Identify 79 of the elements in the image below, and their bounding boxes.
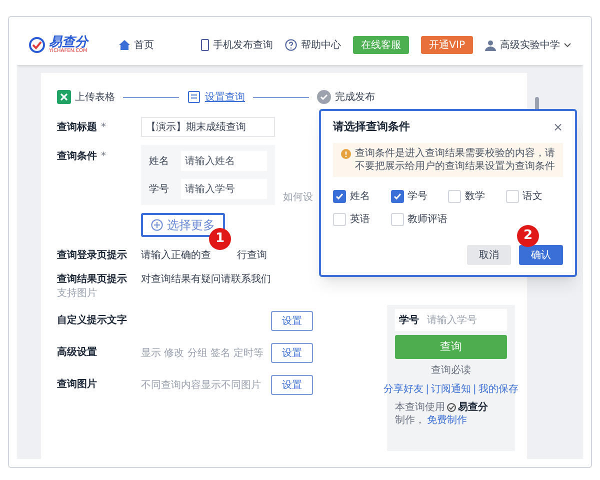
step[interactable]: 设置查询	[187, 90, 245, 104]
option-label: 英语	[350, 212, 370, 227]
confirm-button[interactable]: 确认	[519, 245, 563, 265]
help-icon	[285, 39, 298, 51]
checkbox[interactable]	[390, 190, 404, 203]
preview-link[interactable]: 分享好友	[384, 382, 424, 397]
title-field[interactable]: 【演示】期末成绩查询	[141, 117, 275, 137]
checkbox[interactable]	[506, 190, 518, 203]
settings-button[interactable]: 设置	[271, 343, 313, 363]
logo-icon	[29, 37, 45, 53]
dialog-title: 请选择查询条件	[333, 118, 410, 135]
check-icon	[392, 192, 402, 201]
notice-link[interactable]: 查询必读	[395, 363, 507, 378]
settings-button[interactable]: 设置	[271, 311, 313, 331]
required-mark: *	[101, 150, 106, 164]
field-label: 高级设置	[57, 346, 98, 360]
option-label: 语文	[522, 190, 542, 204]
brand-text: 易查分	[458, 401, 488, 414]
field-sublabel: 支持图片	[57, 287, 98, 300]
header-button[interactable]: 开通VIP	[421, 36, 473, 54]
help-link[interactable]: 如何设	[283, 190, 313, 205]
hint-text: 行查询	[237, 249, 267, 263]
settings-button[interactable]: 设置	[271, 375, 313, 395]
preview-field[interactable]: 学号 请输入学号	[395, 309, 507, 331]
number-badge: 1	[209, 228, 231, 250]
field-label: 查询结果页提示	[57, 273, 128, 287]
field-label: 自定义提示文字	[57, 314, 128, 328]
checkbox[interactable]	[390, 213, 404, 226]
header-button[interactable]: 在线客服	[353, 36, 410, 54]
checkbox[interactable]	[448, 190, 461, 203]
header-link[interactable]: 手机发布查询	[201, 38, 274, 52]
close-button[interactable]: ×	[552, 118, 563, 136]
number-badge: 2	[517, 225, 539, 247]
caret-icon	[564, 42, 571, 48]
field-label: 查询图片	[57, 378, 98, 392]
step[interactable]: 完成发布	[317, 90, 375, 104]
hint-text: 不同查询内容显示不同图片	[141, 378, 261, 392]
plus-icon	[151, 219, 163, 231]
query-button[interactable]: 查询	[395, 335, 507, 359]
phone-icon	[201, 39, 210, 51]
condition-input[interactable]: 请输入学号	[181, 179, 267, 199]
field-label: 查询条件	[57, 150, 97, 164]
separator: |	[473, 383, 476, 397]
header-link[interactable]: 帮助中心	[285, 38, 342, 52]
checkbox[interactable]	[333, 213, 346, 226]
home-icon	[119, 40, 130, 50]
logo-icon	[447, 403, 456, 412]
separator: |	[426, 383, 429, 397]
warning-text: 查询条件是进入查询结果需要校验的内容，请不要把展示给用户的查询结果设置为查询条件	[355, 147, 555, 173]
cancel-button[interactable]: 取消	[467, 245, 511, 265]
home-link[interactable]: 首页	[119, 38, 154, 52]
step[interactable]: 上传表格	[57, 90, 115, 104]
spreadsheet-icon	[57, 90, 71, 104]
document-icon	[187, 90, 201, 104]
footer-text: 制作，	[395, 414, 425, 427]
free-link[interactable]: 免费制作	[427, 414, 467, 427]
option-label: 教师评语	[408, 213, 448, 227]
footer-text: 本查询使用	[395, 401, 445, 414]
field-label: 查询标题	[57, 120, 97, 134]
condition-name: 学号	[148, 182, 170, 196]
field-label: 查询登录页提示	[57, 249, 128, 263]
logo-text: 易查分	[49, 36, 88, 49]
checkbox[interactable]	[333, 190, 346, 203]
option-label: 姓名	[350, 190, 370, 204]
condition-input[interactable]: 请输入姓名	[181, 151, 267, 171]
option-label: 学号	[408, 190, 428, 204]
warning-icon	[341, 149, 351, 159]
user-icon	[485, 40, 496, 50]
check-icon	[335, 192, 344, 201]
hint-text: 对查询结果有疑问请联系我们	[141, 273, 271, 287]
hint-text: 请输入正确的查	[141, 249, 211, 263]
required-mark: *	[101, 120, 106, 134]
user-menu[interactable]: 高级实验中学	[485, 38, 571, 52]
condition-name: 姓名	[148, 154, 170, 168]
preview-link[interactable]: 我的保存	[478, 382, 518, 397]
preview-link[interactable]: 订阅通知	[431, 382, 471, 397]
option-label: 数学	[465, 190, 485, 204]
check-circle-icon	[317, 90, 331, 104]
hint-text: 显示 修改 分组 签名 定时等	[141, 346, 264, 360]
